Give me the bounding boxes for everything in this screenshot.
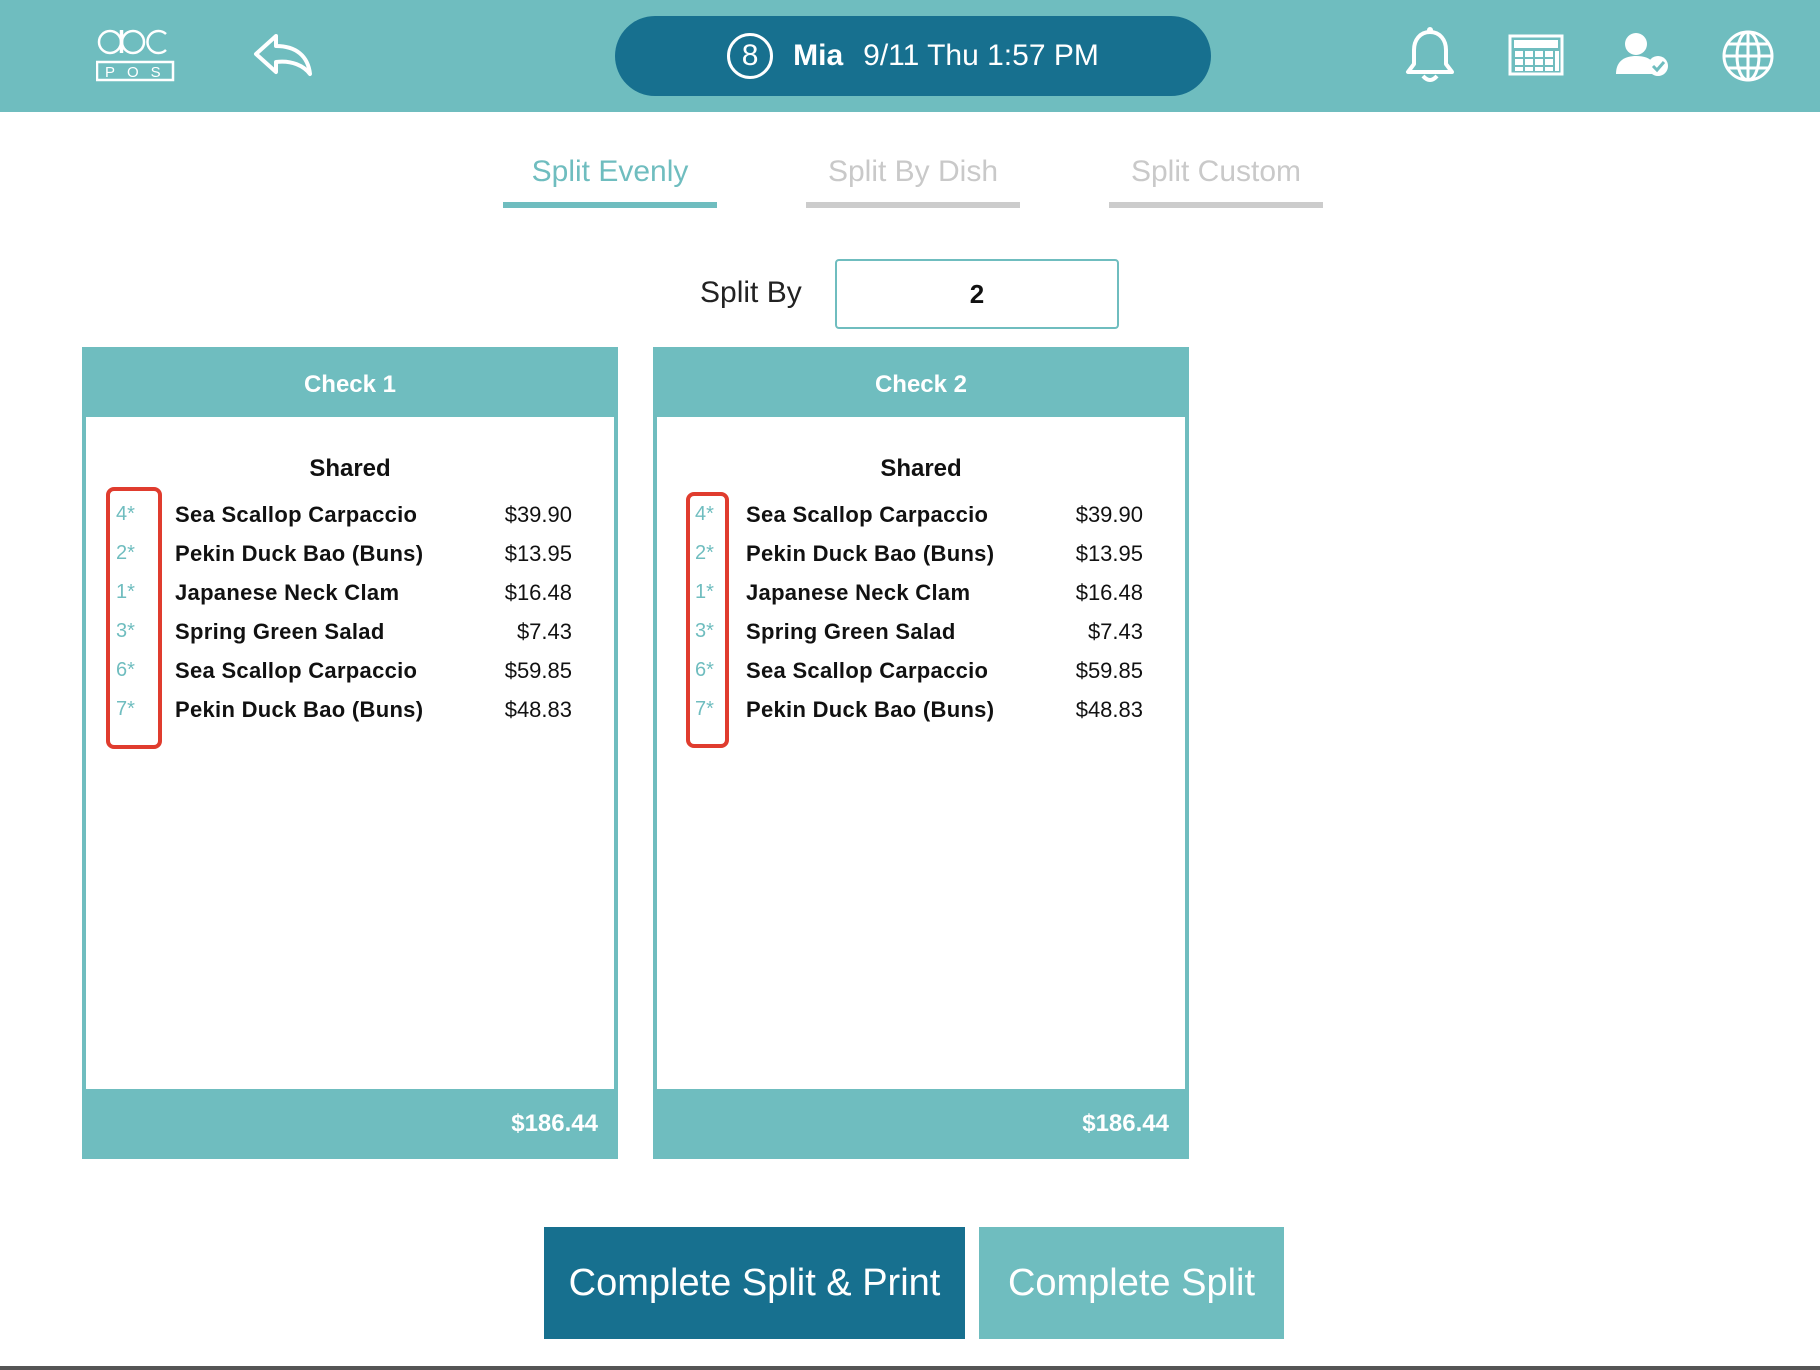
bell-icon[interactable]: [1402, 26, 1458, 84]
seat-number-badge: 8: [727, 33, 774, 79]
item-price: $16.48: [1075, 580, 1143, 605]
item-price: $7.43: [516, 619, 572, 644]
list-item[interactable]: 2* Pekin Duck Bao (Buns) $13.95: [657, 534, 1185, 573]
check-card-1[interactable]: Check 1 Shared 4* Sea Scallop Carpaccio …: [82, 347, 618, 1159]
tab-split-custom[interactable]: Split Custom: [1109, 150, 1323, 208]
complete-split-button[interactable]: Complete Split: [979, 1227, 1284, 1339]
item-name: Pekin Duck Bao (Buns): [175, 541, 424, 566]
item-name: Pekin Duck Bao (Buns): [175, 697, 424, 722]
split-by-input[interactable]: [835, 259, 1119, 329]
item-quantity: 4*: [695, 503, 714, 525]
list-item[interactable]: 1* Japanese Neck Clam $16.48: [657, 573, 1185, 612]
tab-label: Split Custom: [1130, 155, 1302, 188]
tab-underline: [503, 202, 717, 208]
check-title: Check 2: [874, 371, 968, 398]
svg-text:POS: POS: [105, 64, 173, 81]
item-name: Pekin Duck Bao (Buns): [746, 541, 995, 566]
list-item[interactable]: 6* Sea Scallop Carpaccio $59.85: [86, 651, 614, 690]
item-name: Sea Scallop Carpaccio: [746, 658, 989, 683]
tab-underline: [806, 202, 1020, 208]
complete-split-print-button[interactable]: Complete Split & Print: [544, 1227, 965, 1339]
user-name: Mia: [793, 39, 844, 72]
check-total: $186.44: [511, 1110, 598, 1137]
item-quantity: 1*: [695, 581, 714, 603]
item-price: $59.85: [504, 658, 572, 683]
user-session-pill[interactable]: 8 Mia 9/11 Thu 1:57 PM: [615, 16, 1211, 96]
split-by-label: Split By: [700, 276, 802, 309]
item-price: $39.90: [1075, 502, 1143, 527]
check-body: Shared 4* Sea Scallop Carpaccio $39.90 2…: [657, 417, 1185, 1089]
list-item[interactable]: 2* Pekin Duck Bao (Buns) $13.95: [86, 534, 614, 573]
item-price: $59.85: [1075, 658, 1143, 683]
item-quantity: 7*: [695, 698, 714, 720]
item-price: $48.83: [1075, 697, 1143, 722]
item-name: Japanese Neck Clam: [175, 580, 400, 605]
check-card-2[interactable]: Check 2 Shared 4* Sea Scallop Carpaccio …: [653, 347, 1189, 1159]
item-price: $48.83: [504, 697, 572, 722]
user-check-icon[interactable]: [1614, 26, 1670, 84]
tab-label: Split Evenly: [531, 155, 689, 188]
list-item[interactable]: 7* Pekin Duck Bao (Buns) $48.83: [657, 690, 1185, 729]
back-icon[interactable]: [252, 30, 314, 80]
item-price: $16.48: [504, 580, 572, 605]
check-body: Shared 4* Sea Scallop Carpaccio $39.90 2…: [86, 417, 614, 1089]
list-item[interactable]: 4* Sea Scallop Carpaccio $39.90: [86, 495, 614, 534]
item-price: $13.95: [1075, 541, 1143, 566]
tab-split-by-dish[interactable]: Split By Dish: [806, 150, 1020, 208]
globe-icon[interactable]: [1720, 26, 1776, 84]
check-total: $186.44: [1082, 1110, 1169, 1137]
item-name: Sea Scallop Carpaccio: [175, 658, 418, 683]
top-bar: POS 8 Mia 9/11 Thu 1:57 PM: [0, 0, 1820, 112]
item-quantity: 6*: [695, 659, 714, 681]
datetime: 9/11 Thu 1:57 PM: [863, 39, 1099, 72]
check-title: Check 1: [303, 371, 397, 398]
item-quantity: 3*: [695, 620, 714, 642]
item-price: $39.90: [504, 502, 572, 527]
list-item[interactable]: 1* Japanese Neck Clam $16.48: [86, 573, 614, 612]
section-title: Shared: [880, 455, 962, 482]
list-item[interactable]: 4* Sea Scallop Carpaccio $39.90: [657, 495, 1185, 534]
item-name: Spring Green Salad: [746, 619, 956, 644]
list-item[interactable]: 6* Sea Scallop Carpaccio $59.85: [657, 651, 1185, 690]
list-item[interactable]: 3* Spring Green Salad $7.43: [657, 612, 1185, 651]
item-name: Pekin Duck Bao (Buns): [746, 697, 995, 722]
tab-label: Split By Dish: [827, 155, 999, 188]
item-name: Spring Green Salad: [175, 619, 385, 644]
list-item[interactable]: 7* Pekin Duck Bao (Buns) $48.83: [86, 690, 614, 729]
list-item[interactable]: 3* Spring Green Salad $7.43: [86, 612, 614, 651]
item-quantity: 7*: [116, 698, 135, 720]
tab-underline: [1109, 202, 1323, 208]
calculator-icon[interactable]: [1508, 26, 1564, 84]
logo-icon: POS: [96, 29, 175, 82]
item-quantity: 4*: [116, 503, 135, 525]
tab-split-evenly[interactable]: Split Evenly: [503, 150, 717, 208]
item-quantity: 6*: [116, 659, 135, 681]
item-quantity: 1*: [116, 581, 135, 603]
section-title: Shared: [309, 455, 391, 482]
item-name: Sea Scallop Carpaccio: [746, 502, 989, 527]
item-name: Japanese Neck Clam: [746, 580, 971, 605]
item-price: $7.43: [1087, 619, 1143, 644]
item-quantity: 3*: [116, 620, 135, 642]
item-quantity: 2*: [695, 542, 714, 564]
item-quantity: 2*: [116, 542, 135, 564]
item-name: Sea Scallop Carpaccio: [175, 502, 418, 527]
item-price: $13.95: [504, 541, 572, 566]
window-bottom-edge: [0, 1366, 1820, 1370]
